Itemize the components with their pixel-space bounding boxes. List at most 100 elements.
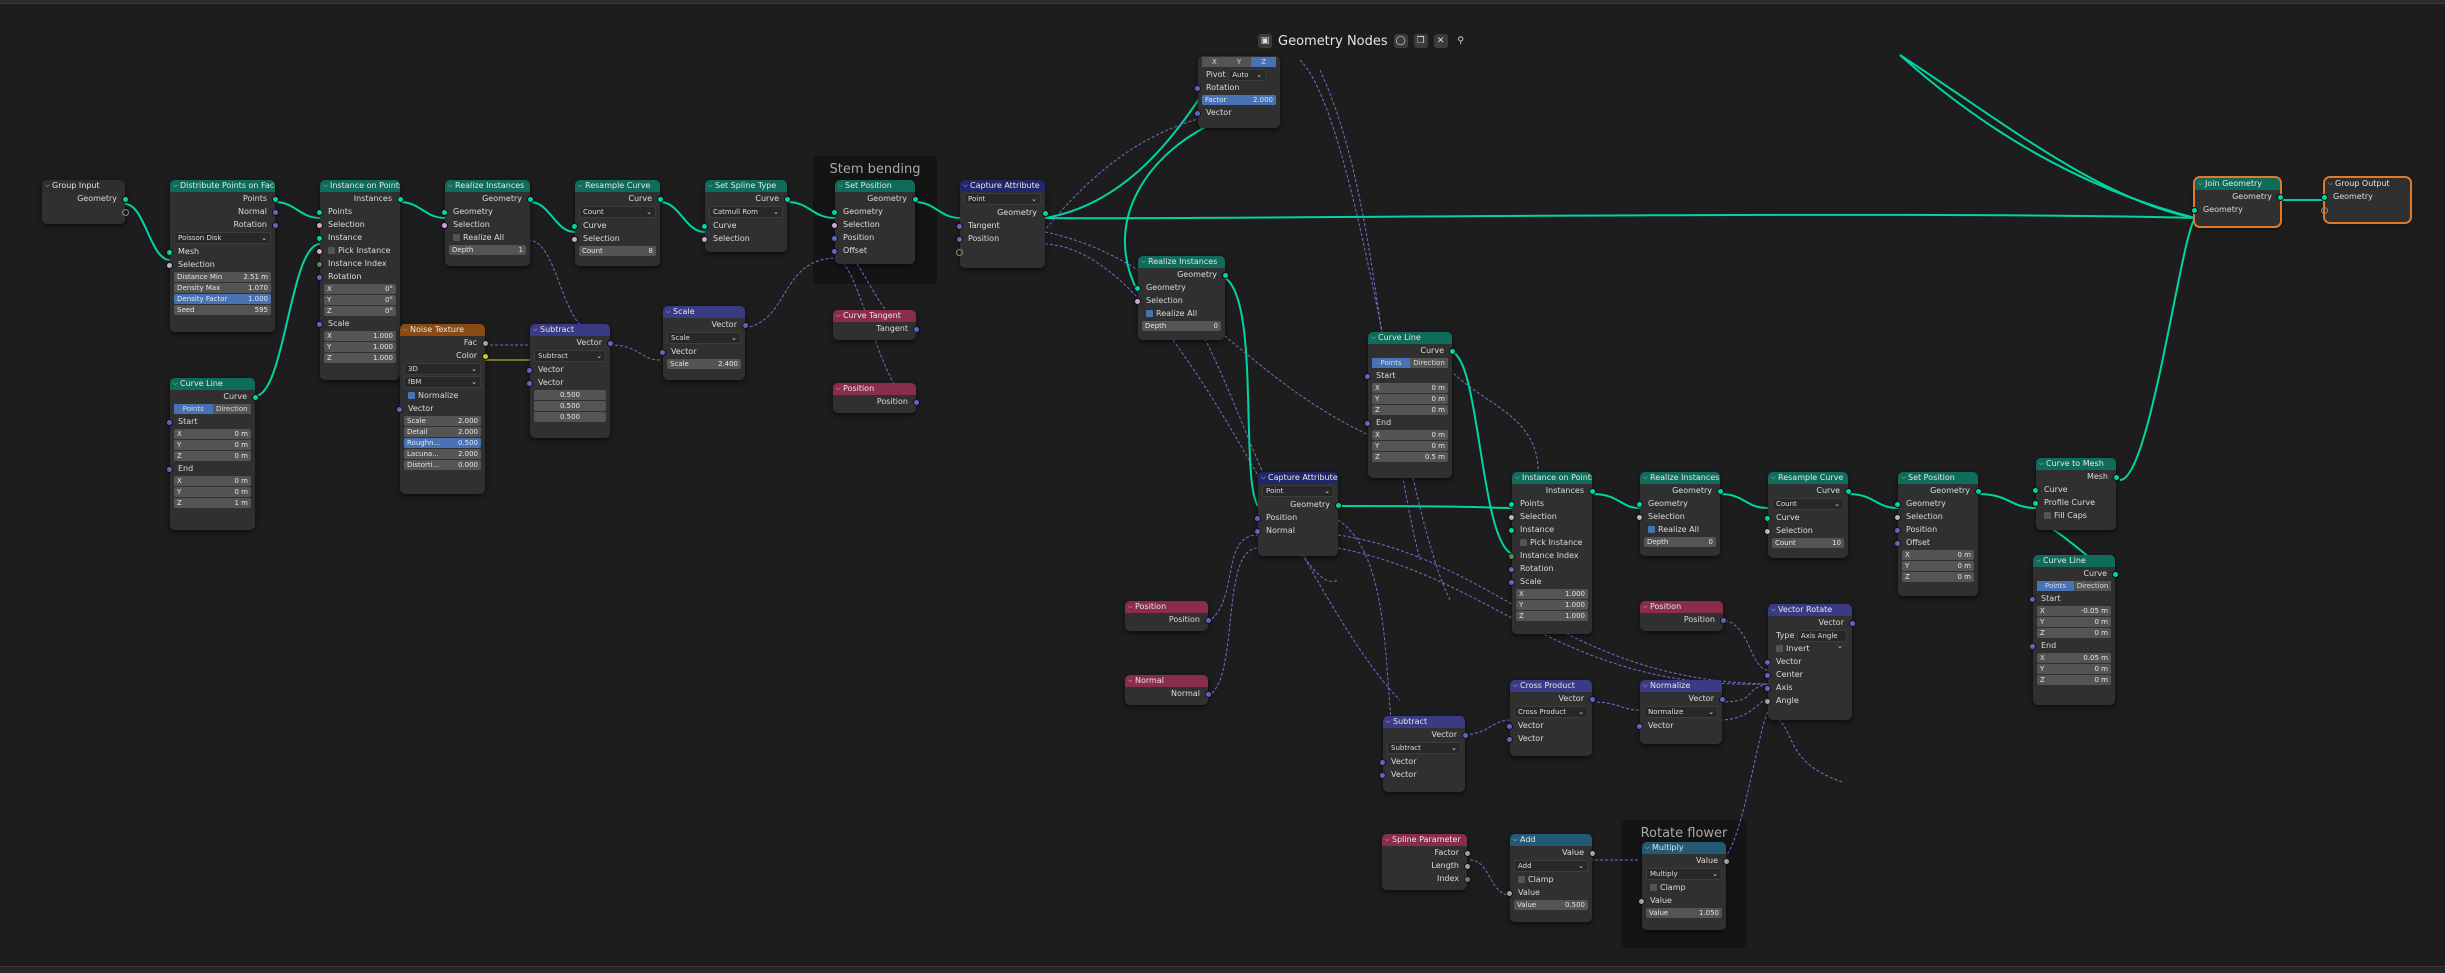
node-cross-product[interactable]: Cross Product Vector Cross Product Vecto…	[1506, 680, 1596, 756]
socket-geometry-in[interactable]	[1894, 501, 1901, 508]
socket-vector-b[interactable]	[1506, 736, 1513, 743]
node-header[interactable]: Curve Line	[170, 378, 255, 390]
socket-selection[interactable]	[1764, 528, 1771, 535]
offset-z-field[interactable]: Z0 m	[1902, 572, 1974, 582]
duplicate-icon[interactable]: ❐	[1413, 34, 1428, 48]
socket-rotation[interactable]	[1194, 85, 1201, 92]
socket-geometry-in[interactable]	[831, 209, 838, 216]
mode-toggle[interactable]: Points Direction	[2037, 581, 2111, 591]
density-max-field[interactable]: Density Max 1.070	[174, 283, 271, 293]
node-subtract-2[interactable]: Subtract Vector Subtract Vector Vector	[1379, 716, 1469, 792]
value-field[interactable]: Value 1.050	[1646, 908, 1722, 918]
clamp-checkbox[interactable]	[1518, 876, 1525, 883]
node-header[interactable]: Group Output	[2325, 178, 2410, 190]
node-header[interactable]: Curve Line	[2033, 555, 2115, 567]
vector-b-z-field[interactable]: 0.500	[534, 412, 606, 422]
node-header[interactable]: Set Spline Type	[705, 180, 787, 192]
socket-value-in[interactable]	[1638, 898, 1645, 905]
socket-selection[interactable]	[1508, 514, 1515, 521]
end-y-field[interactable]: Y0 m	[2037, 664, 2111, 674]
socket-geometry[interactable]	[122, 196, 129, 203]
socket-scale[interactable]	[316, 321, 323, 328]
node-curve-line-1[interactable]: Curve Line Curve PointsDirection Start X…	[166, 378, 259, 530]
node-header[interactable]: Realize Instances	[1640, 472, 1720, 484]
socket-mesh[interactable]	[2113, 474, 2120, 481]
node-add[interactable]: Add Value Add Clamp Value Value0.500	[1506, 834, 1596, 922]
offset-y-field[interactable]: Y0 m	[1902, 561, 1974, 571]
socket-mesh[interactable]	[166, 249, 173, 256]
socket-empty[interactable]	[956, 249, 963, 256]
dimensions-dropdown[interactable]: 3D	[404, 363, 481, 375]
noise-type-dropdown[interactable]: fBM	[404, 376, 481, 388]
node-scale[interactable]: Scale Vector Scale Vector Scale2.400	[659, 306, 749, 380]
rotation-type-dropdown[interactable]: Axis Angle	[1796, 630, 1847, 642]
socket-empty[interactable]	[122, 209, 129, 216]
resample-mode-dropdown[interactable]: Count	[1772, 498, 1844, 510]
socket-curve-in[interactable]	[701, 223, 708, 230]
socket-offset[interactable]	[831, 248, 838, 255]
scale-field[interactable]: Scale 2.400	[667, 359, 741, 369]
node-curve-to-mesh[interactable]: Curve to Mesh Mesh Curve Profile Curve F…	[2032, 458, 2120, 530]
operation-dropdown[interactable]: Normalize	[1644, 706, 1718, 718]
operation-dropdown[interactable]: Scale	[667, 332, 741, 344]
node-curve-line-3[interactable]: Curve Line Curve PointsDirection Start X…	[2029, 555, 2119, 705]
socket-instance[interactable]	[316, 235, 323, 242]
socket-geometry-in[interactable]	[1636, 501, 1643, 508]
mode-toggle[interactable]: Points Direction	[1372, 358, 1448, 368]
socket-curve-in[interactable]	[1764, 515, 1771, 522]
socket-points[interactable]	[272, 196, 279, 203]
node-header[interactable]: Add	[1510, 834, 1592, 846]
node-header[interactable]: Distribute Points on Faces	[170, 180, 275, 192]
socket-vector-b[interactable]	[1379, 772, 1386, 779]
node-header[interactable]: Set Position	[1898, 472, 1978, 484]
node-spline-parameter[interactable]: Spline Parameter Factor Length Index	[1382, 834, 1471, 890]
start-y-field[interactable]: Y0 m	[174, 440, 251, 450]
socket-position[interactable]	[913, 399, 920, 406]
distortion-field[interactable]: Distorti... 0.000	[404, 460, 481, 470]
node-header[interactable]: Scale	[663, 306, 745, 318]
socket-curve-out[interactable]	[1449, 348, 1456, 355]
socket-vector[interactable]	[1764, 659, 1771, 666]
mode-toggle[interactable]: Points Direction	[174, 404, 251, 414]
node-header[interactable]: Resample Curve	[575, 180, 660, 192]
scale-field[interactable]: Scale 2.000	[404, 416, 481, 426]
node-header[interactable]: Resample Curve	[1768, 472, 1848, 484]
start-y-field[interactable]: Y0 m	[2037, 617, 2111, 627]
node-resample-curve-1[interactable]: Resample Curve Curve Count Curve Selecti…	[571, 180, 664, 266]
rotation-z-field[interactable]: Z 0°	[324, 306, 396, 316]
socket-curve-out[interactable]	[784, 196, 791, 203]
node-header[interactable]: Curve to Mesh	[2036, 458, 2116, 470]
fill-caps-checkbox[interactable]	[2044, 512, 2051, 519]
socket-position[interactable]	[831, 235, 838, 242]
seed-field[interactable]: Seed 595	[174, 305, 271, 315]
socket-geometry-in[interactable]	[2321, 194, 2328, 201]
node-header[interactable]: Group Input	[42, 180, 125, 192]
vector-b-y-field[interactable]: 0.500	[534, 401, 606, 411]
realize-all-checkbox[interactable]	[1648, 526, 1655, 533]
node-vector-rotate[interactable]: Vector Rotate Vector Type Axis Angle Inv…	[1764, 604, 1856, 720]
socket-value-in[interactable]	[1506, 890, 1513, 897]
realize-all-checkbox[interactable]	[1146, 310, 1153, 317]
capture-domain-dropdown[interactable]: Point	[1262, 485, 1334, 497]
socket-curve-out[interactable]	[657, 196, 664, 203]
depth-field[interactable]: Depth 1	[449, 245, 526, 255]
node-vector-rotate-top[interactable]: XYZ Pivot Auto Rotation Factor2.000 Vect…	[1194, 56, 1280, 128]
end-x-field[interactable]: X0 m	[174, 476, 251, 486]
node-header[interactable]: Instance on Points	[320, 180, 400, 192]
socket-geometry-out[interactable]	[1335, 502, 1342, 509]
scale-z-field[interactable]: Z 1.000	[1516, 611, 1588, 621]
socket-vector-out[interactable]	[1849, 620, 1856, 627]
node-set-position-1[interactable]: Set Position Geometry Geometry Selection…	[831, 180, 919, 264]
value-field[interactable]: Value 0.500	[1514, 900, 1588, 910]
socket-tangent[interactable]	[913, 326, 920, 333]
node-join-geometry[interactable]: Join Geometry Geometry Geometry	[2191, 176, 2284, 228]
socket-factor[interactable]	[1464, 850, 1471, 857]
node-set-spline-type[interactable]: Set Spline Type Curve Catmull Rom Curve …	[701, 180, 791, 252]
socket-geometry-out[interactable]	[527, 196, 534, 203]
socket-index[interactable]	[1508, 553, 1515, 560]
node-group-output[interactable]: Group Output Geometry	[2321, 176, 2412, 224]
socket-normal[interactable]	[1254, 528, 1261, 535]
end-z-field[interactable]: Z1 m	[174, 498, 251, 508]
offset-x-field[interactable]: X0 m	[1902, 550, 1974, 560]
node-multiply[interactable]: Multiply Value Multiply Clamp Value Valu…	[1638, 842, 1730, 930]
